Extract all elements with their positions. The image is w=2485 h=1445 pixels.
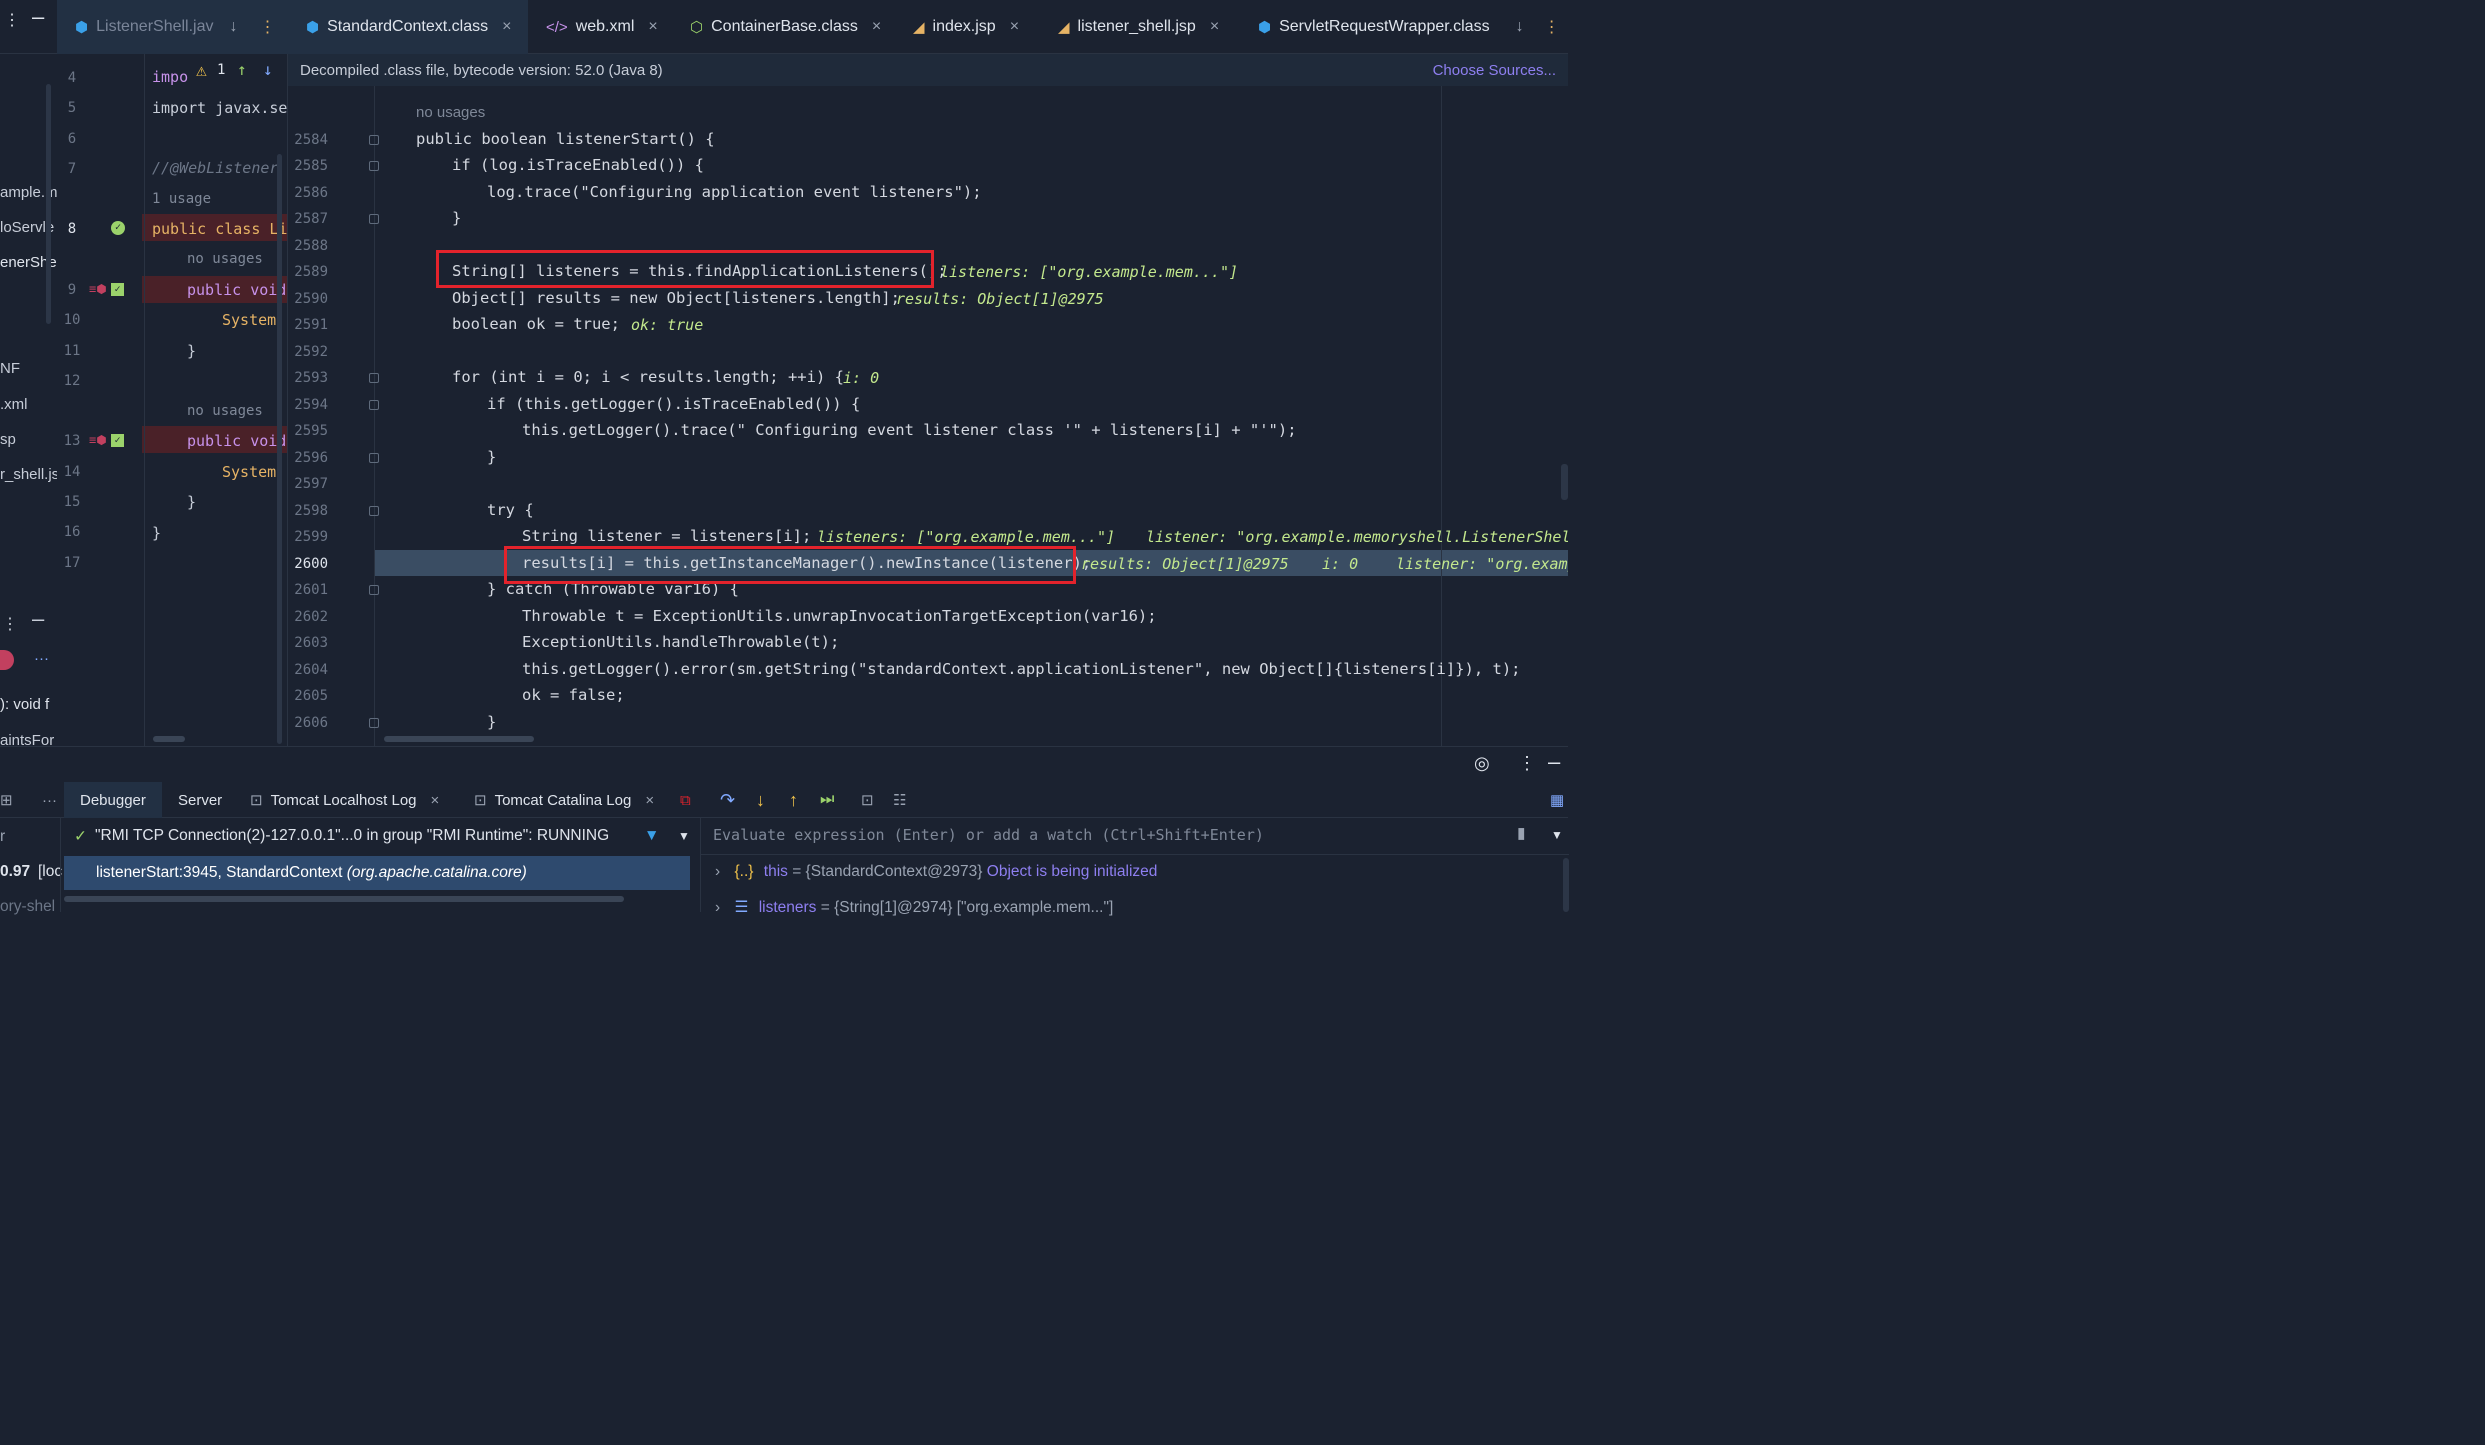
tab-tomcat-localhost-log[interactable]: ⊡ Tomcat Localhost Log × bbox=[250, 782, 439, 818]
project-item[interactable]: sp bbox=[0, 431, 16, 448]
check-icon: ✓ bbox=[111, 221, 125, 235]
xml-icon: </> bbox=[546, 18, 568, 36]
main-editor[interactable]: Decompiled .class file, bytecode version… bbox=[288, 54, 1568, 746]
fold-icon[interactable] bbox=[369, 161, 379, 171]
breakpoint-icon[interactable]: ✓ bbox=[111, 434, 124, 447]
lock-icon bbox=[0, 650, 14, 670]
more-icon[interactable]: ··· bbox=[42, 782, 57, 818]
close-icon[interactable]: × bbox=[1010, 18, 1019, 36]
highlight-box bbox=[436, 250, 934, 288]
close-icon[interactable]: × bbox=[645, 792, 654, 809]
class-outline-icon: ⬡ bbox=[690, 19, 704, 36]
tab-listener-shell-jsp[interactable]: ◢ listener_shell.jsp × bbox=[1058, 0, 1219, 54]
frame-row[interactable]: listenerStart:3945, StandardContext (org… bbox=[64, 856, 690, 890]
fold-icon[interactable] bbox=[369, 718, 379, 728]
warning-icon[interactable]: ⚠ bbox=[196, 60, 207, 81]
close-icon[interactable]: × bbox=[1210, 18, 1219, 36]
fold-icon[interactable] bbox=[369, 373, 379, 383]
settings-list-icon[interactable]: ☷ bbox=[893, 782, 906, 818]
filter-icon[interactable]: ▼ bbox=[644, 827, 659, 845]
variables-panel: Evaluate expression (Enter) or add a wat… bbox=[700, 818, 1569, 916]
variable-row[interactable]: › {..} this = {StandardContext@2973} Obj… bbox=[715, 863, 1157, 881]
tab-servlet-request-wrapper[interactable]: ⬢ ServletRequestWrapper.class ↓ ⋮ bbox=[1258, 0, 1560, 54]
editor-tab-bar: ⋮ – ⬢ ListenerShell.jav ↓ ⋮ ⬢ StandardCo… bbox=[0, 0, 1568, 54]
choose-sources-link[interactable]: Choose Sources... bbox=[1433, 62, 1556, 79]
collapse-icon[interactable]: ⋮ bbox=[4, 10, 20, 30]
implements-icon[interactable]: ≡⬢ bbox=[89, 282, 107, 296]
tab-standard-context[interactable]: ⬢ StandardContext.class × bbox=[288, 0, 528, 54]
class-icon: ⬢ bbox=[306, 19, 320, 36]
class-icon: ⬢ bbox=[75, 19, 89, 36]
decompiled-info-bar: Decompiled .class file, bytecode version… bbox=[288, 54, 1568, 86]
target-icon[interactable]: ◎ bbox=[1474, 753, 1490, 774]
implements-icon[interactable]: ≡⬢ bbox=[89, 433, 107, 447]
left-editor[interactable]: 4 5 6 7 8 9 10 11 12 13 14 15 16 17 ✓ ✓ … bbox=[57, 54, 288, 746]
stop-icon[interactable]: ⧉ bbox=[680, 782, 691, 818]
minimize-icon[interactable]: – bbox=[1548, 749, 1560, 775]
close-icon[interactable]: × bbox=[648, 18, 657, 36]
class-icon: ⬢ bbox=[1258, 19, 1272, 36]
fold-icon[interactable] bbox=[369, 135, 379, 145]
arrow-down-icon[interactable]: ↓ bbox=[263, 60, 273, 79]
more-icon[interactable]: ⋮ bbox=[1518, 753, 1536, 774]
more-icon[interactable]: ⋮ bbox=[2, 614, 18, 634]
step-into-icon[interactable]: ↓ bbox=[756, 782, 765, 818]
jsp-icon: ◢ bbox=[1058, 19, 1070, 36]
fold-icon[interactable] bbox=[369, 506, 379, 516]
minimize-icon[interactable]: – bbox=[32, 606, 44, 632]
frames-panel: r 0.97 [loc ory-shel ✓ "RMI TCP Connecti… bbox=[0, 818, 700, 915]
tab-debugger[interactable]: Debugger bbox=[64, 782, 162, 818]
step-out-icon[interactable]: ↑ bbox=[789, 782, 798, 818]
thread-selector[interactable]: ✓ "RMI TCP Connection(2)-127.0.0.1"...0 … bbox=[64, 818, 700, 854]
project-item[interactable]: r_shell.js bbox=[0, 466, 57, 483]
expand-icon[interactable]: › bbox=[715, 899, 720, 916]
jsp-icon: ◢ bbox=[913, 19, 925, 36]
evaluate-icon[interactable]: ⊡ bbox=[861, 782, 874, 818]
tab-listener-shell[interactable]: ⬢ ListenerShell.jav ↓ ⋮ bbox=[57, 0, 288, 54]
tab-tomcat-catalina-log[interactable]: ⊡ Tomcat Catalina Log × bbox=[474, 782, 654, 818]
fold-icon[interactable] bbox=[369, 453, 379, 463]
bookmark-icon[interactable]: ▮ bbox=[1517, 824, 1526, 843]
more-icon[interactable]: ··· bbox=[34, 650, 49, 667]
debug-tabs: ⊞ ··· Debugger Server ⊡ Tomcat Localhost… bbox=[0, 782, 1568, 818]
close-icon[interactable]: × bbox=[502, 18, 511, 36]
project-panel: ample.m loServle enerShe NF .xml sp r_sh… bbox=[0, 54, 57, 746]
chevron-down-icon[interactable]: ▼ bbox=[678, 829, 690, 843]
tab-index-jsp[interactable]: ◢ index.jsp × bbox=[913, 0, 1019, 54]
more-icon[interactable]: ⋮ bbox=[1544, 17, 1560, 37]
structure-item[interactable]: ): void f bbox=[0, 696, 49, 713]
project-item[interactable]: NF bbox=[0, 360, 20, 377]
array-icon: ☰ bbox=[734, 899, 749, 916]
fold-icon[interactable] bbox=[369, 214, 379, 224]
console-icon: ⊡ bbox=[250, 792, 263, 809]
step-over-icon[interactable]: ↷ bbox=[720, 782, 735, 818]
chevron-down-icon[interactable]: ↓ bbox=[1516, 18, 1524, 36]
chevron-down-icon[interactable]: ↓ bbox=[230, 18, 238, 36]
add-icon[interactable]: ⊞ bbox=[0, 782, 13, 818]
arrow-up-icon[interactable]: ↑ bbox=[237, 60, 247, 79]
close-icon[interactable]: × bbox=[431, 792, 440, 809]
minimize-icon[interactable]: – bbox=[32, 4, 44, 30]
run-to-cursor-icon[interactable]: ⏭ bbox=[820, 782, 834, 818]
structure-item[interactable]: aintsFor bbox=[0, 732, 54, 746]
close-icon[interactable]: × bbox=[872, 18, 881, 36]
tool-window-header: ◎ ⋮ – bbox=[0, 746, 1568, 782]
layout-icon[interactable]: ▦ bbox=[1550, 782, 1564, 818]
tab-container-base[interactable]: ⬡ ContainerBase.class × bbox=[690, 0, 881, 54]
evaluate-input[interactable]: Evaluate expression (Enter) or add a wat… bbox=[713, 826, 1264, 844]
tab-server[interactable]: Server bbox=[178, 782, 222, 818]
chevron-down-icon[interactable]: ▼ bbox=[1551, 828, 1563, 842]
tab-web-xml[interactable]: </> web.xml × bbox=[546, 0, 658, 54]
highlight-box bbox=[504, 546, 1076, 584]
fold-icon[interactable] bbox=[369, 400, 379, 410]
check-icon: ✓ bbox=[74, 827, 87, 845]
fold-icon[interactable] bbox=[369, 585, 379, 595]
breakpoint-icon[interactable]: ✓ bbox=[111, 283, 124, 296]
project-item[interactable]: .xml bbox=[0, 396, 28, 413]
object-icon: {..} bbox=[734, 863, 754, 880]
expand-icon[interactable]: › bbox=[715, 863, 720, 880]
console-icon: ⊡ bbox=[474, 792, 487, 809]
variable-row[interactable]: › ☰ listeners = {String[1]@2974} ["org.e… bbox=[715, 898, 1113, 917]
more-icon[interactable]: ⋮ bbox=[260, 17, 276, 37]
